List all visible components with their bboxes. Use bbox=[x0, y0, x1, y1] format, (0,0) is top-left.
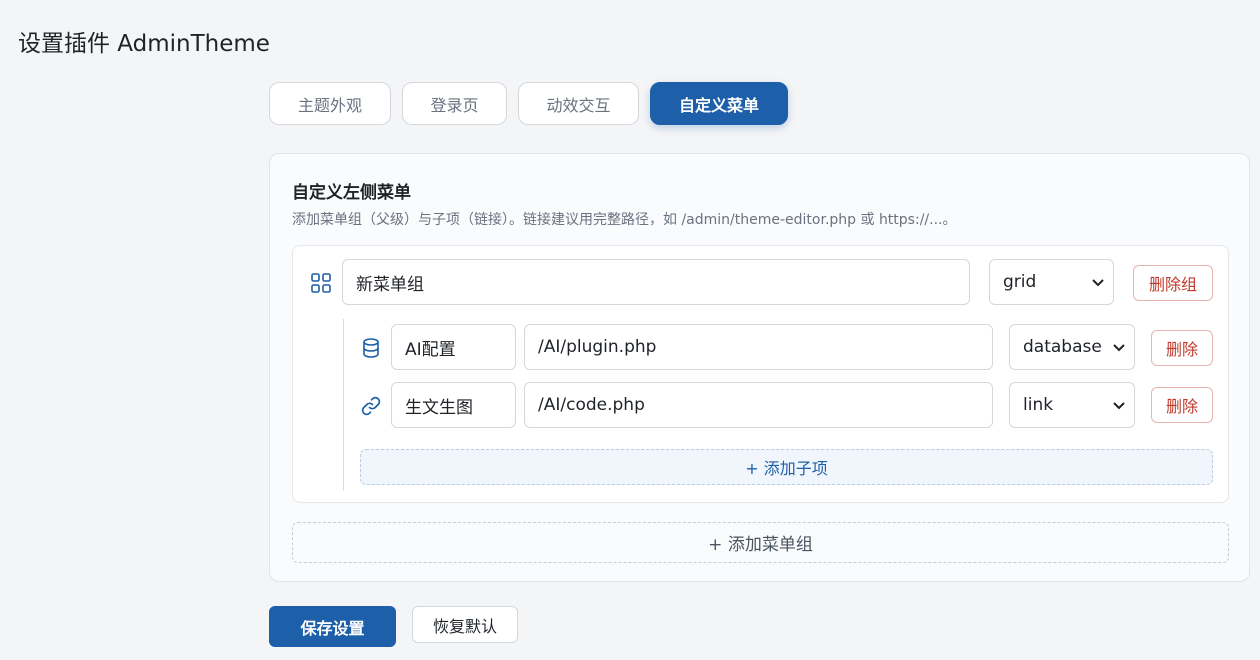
card-description: 添加菜单组（父级）与子项（链接）。链接建议用完整路径，如 /admin/them… bbox=[292, 212, 957, 228]
delete-child-button[interactable]: 删除 bbox=[1151, 330, 1213, 366]
child-icon-select-value: link bbox=[1023, 395, 1054, 415]
tab-custom-menu[interactable]: 自定义菜单 bbox=[650, 82, 788, 125]
child-url-input[interactable]: /AI/code.php bbox=[524, 382, 993, 428]
chevron-down-icon bbox=[1091, 275, 1105, 289]
tab-animation[interactable]: 动效交互 bbox=[518, 82, 639, 125]
add-child-button[interactable]: + 添加子项 bbox=[360, 449, 1213, 485]
menu-group: 新菜单组 grid 删除组 AI配置 /AI/plugin.php databa… bbox=[292, 245, 1229, 503]
child-url-input[interactable]: /AI/plugin.php bbox=[524, 324, 993, 370]
chevron-down-icon bbox=[1112, 340, 1126, 354]
custom-menu-card: 自定义左侧菜单 添加菜单组（父级）与子项（链接）。链接建议用完整路径，如 /ad… bbox=[269, 153, 1250, 582]
group-name-input[interactable]: 新菜单组 bbox=[342, 259, 970, 305]
grid-icon bbox=[310, 272, 332, 294]
delete-child-button[interactable]: 删除 bbox=[1151, 387, 1213, 423]
child-rail bbox=[343, 319, 344, 491]
tab-theme-appearance[interactable]: 主题外观 bbox=[269, 82, 391, 125]
child-icon-select[interactable]: link bbox=[1009, 382, 1135, 428]
child-icon-select-value: database bbox=[1023, 337, 1102, 357]
link-icon bbox=[360, 395, 382, 417]
card-title: 自定义左侧菜单 bbox=[292, 183, 411, 203]
tab-bar: 主题外观 登录页 动效交互 自定义菜单 bbox=[269, 82, 788, 125]
save-settings-button[interactable]: 保存设置 bbox=[269, 606, 396, 647]
chevron-down-icon bbox=[1112, 398, 1126, 412]
restore-defaults-button[interactable]: 恢复默认 bbox=[412, 606, 518, 643]
database-icon bbox=[360, 337, 382, 359]
group-icon-select-value: grid bbox=[1003, 272, 1037, 292]
page-title: 设置插件 AdminTheme bbox=[18, 31, 270, 57]
child-name-input[interactable]: AI配置 bbox=[391, 324, 516, 370]
delete-group-button[interactable]: 删除组 bbox=[1133, 265, 1213, 301]
tab-login-page[interactable]: 登录页 bbox=[402, 82, 507, 125]
child-name-input[interactable]: 生文生图 bbox=[391, 382, 516, 428]
add-group-button[interactable]: + 添加菜单组 bbox=[292, 522, 1229, 563]
group-icon-select[interactable]: grid bbox=[989, 259, 1114, 305]
child-icon-select[interactable]: database bbox=[1009, 324, 1135, 370]
